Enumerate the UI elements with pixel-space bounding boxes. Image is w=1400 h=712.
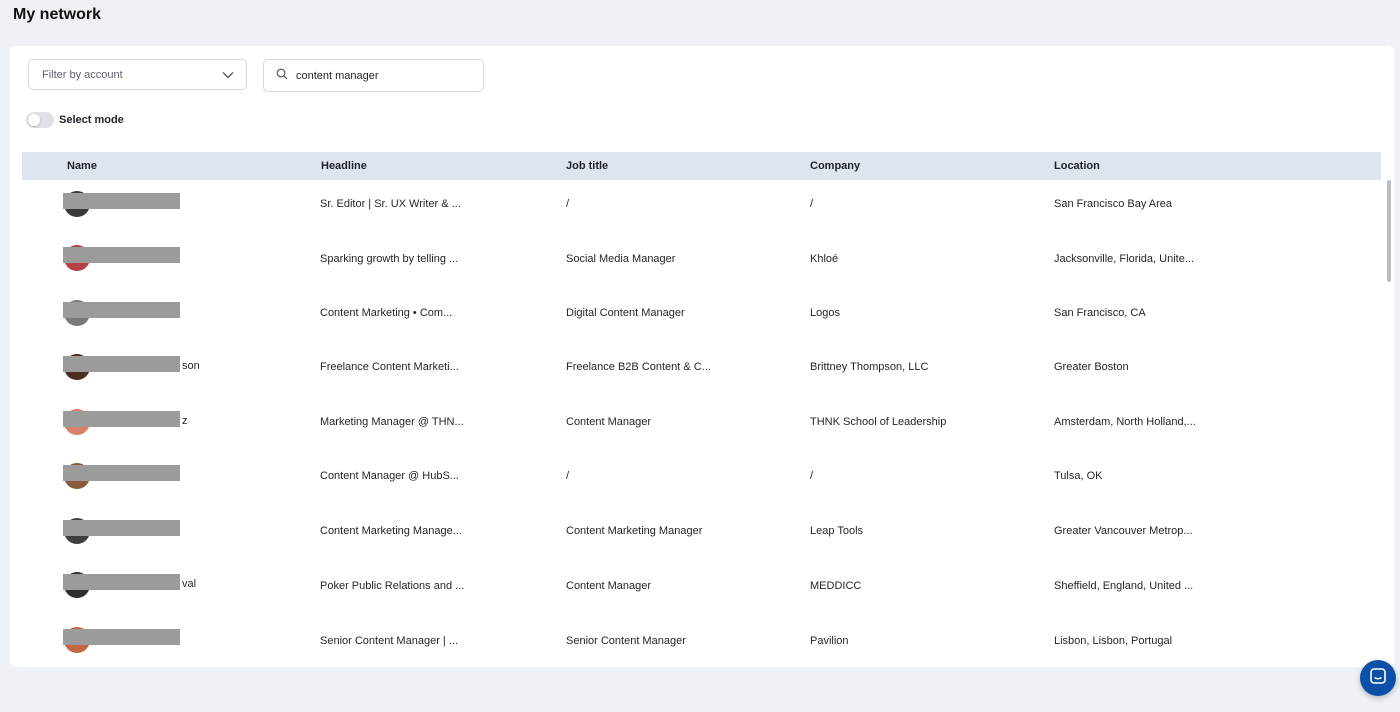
redacted-name bbox=[63, 247, 180, 263]
column-header-company[interactable]: Company bbox=[810, 160, 860, 172]
select-mode-toggle[interactable] bbox=[26, 112, 54, 128]
location-cell: Jacksonville, Florida, Unite... bbox=[1054, 253, 1194, 265]
company-cell: MEDDICC bbox=[810, 580, 862, 592]
column-header-name[interactable]: Name bbox=[67, 160, 97, 172]
table-scrollbar[interactable] bbox=[1387, 180, 1391, 282]
company-cell: / bbox=[810, 470, 814, 482]
toggle-knob bbox=[28, 114, 40, 126]
headline-cell: Poker Public Relations and ... bbox=[320, 580, 465, 592]
name-cell: son bbox=[182, 360, 200, 372]
company-cell: Pavilion bbox=[810, 635, 849, 647]
search-box[interactable] bbox=[263, 59, 484, 92]
headline-cell: Freelance Content Marketi... bbox=[320, 361, 459, 373]
company-cell: Khloé bbox=[810, 253, 839, 265]
table-row[interactable]: z Marketing Manager @ THN... Content Man… bbox=[22, 398, 1381, 452]
location-cell: Sheffield, England, United ... bbox=[1054, 580, 1194, 592]
company-cell: / bbox=[810, 198, 814, 210]
job-title-cell: Content Manager bbox=[566, 580, 651, 592]
location-cell: Tulsa, OK bbox=[1054, 470, 1103, 482]
redacted-name bbox=[63, 574, 180, 590]
table-row[interactable]: Content Marketing • Com... Digital Conte… bbox=[22, 289, 1381, 343]
location-cell: San Francisco Bay Area bbox=[1054, 198, 1173, 210]
filter-by-account-select[interactable]: Filter by account bbox=[28, 59, 247, 90]
network-card: Filter by account Select mode Name Headl… bbox=[10, 46, 1394, 667]
table-row[interactable]: val Poker Public Relations and ... Conte… bbox=[22, 561, 1381, 615]
chat-icon bbox=[1369, 667, 1387, 690]
location-cell: Greater Boston bbox=[1054, 361, 1129, 373]
redacted-name bbox=[63, 520, 180, 536]
job-title-cell: Freelance B2B Content & C... bbox=[566, 361, 711, 373]
headline-cell: Marketing Manager @ THN... bbox=[320, 416, 464, 428]
filter-by-account-label: Filter by account bbox=[42, 68, 123, 81]
name-cell: val bbox=[182, 578, 197, 590]
company-cell: THNK School of Leadership bbox=[810, 416, 947, 428]
table-header: Name Headline Job title Company Location bbox=[22, 152, 1381, 180]
column-header-location[interactable]: Location bbox=[1054, 160, 1100, 172]
table-body: Sr. Editor | Sr. UX Writer & ... / / San… bbox=[22, 180, 1381, 667]
job-title-cell: Social Media Manager bbox=[566, 253, 676, 265]
headline-cell: Content Manager @ HubS... bbox=[320, 470, 459, 482]
select-mode-row: Select mode bbox=[26, 112, 124, 128]
job-title-cell: Content Manager bbox=[566, 416, 651, 428]
table-row[interactable]: Sparking growth by telling ... Social Me… bbox=[22, 234, 1381, 288]
chevron-down-icon bbox=[222, 66, 234, 84]
table-row[interactable]: Content Marketing Manage... Content Mark… bbox=[22, 507, 1381, 561]
redacted-name bbox=[63, 465, 180, 481]
job-title-cell: Content Marketing Manager bbox=[566, 525, 703, 537]
name-cell: z bbox=[182, 415, 188, 427]
job-title-cell: / bbox=[566, 198, 570, 210]
headline-cell: Sr. Editor | Sr. UX Writer & ... bbox=[320, 198, 461, 210]
redacted-name bbox=[63, 193, 180, 209]
job-title-cell: / bbox=[566, 470, 570, 482]
company-cell: Leap Tools bbox=[810, 525, 864, 537]
location-cell: San Francisco, CA bbox=[1054, 307, 1146, 319]
page-title: My network bbox=[13, 6, 102, 23]
search-icon bbox=[276, 67, 288, 85]
job-title-cell: Digital Content Manager bbox=[566, 307, 685, 319]
table-row[interactable]: son Freelance Content Marketi... Freelan… bbox=[22, 343, 1381, 397]
table-row[interactable]: Content Manager @ HubS... / / Tulsa, OK bbox=[22, 452, 1381, 506]
headline-cell: Sparking growth by telling ... bbox=[320, 253, 459, 265]
table-row[interactable]: Sr. Editor | Sr. UX Writer & ... / / San… bbox=[22, 180, 1381, 234]
column-header-job-title[interactable]: Job title bbox=[566, 160, 608, 172]
redacted-name bbox=[63, 411, 180, 427]
redacted-name bbox=[63, 356, 180, 372]
search-input[interactable] bbox=[296, 69, 466, 82]
location-cell: Greater Vancouver Metrop... bbox=[1054, 525, 1193, 537]
headline-cell: Senior Content Manager | ... bbox=[320, 635, 458, 647]
location-cell: Amsterdam, North Holland,... bbox=[1054, 416, 1196, 428]
job-title-cell: Senior Content Manager bbox=[566, 635, 686, 647]
chat-launcher-button[interactable] bbox=[1360, 660, 1396, 696]
headline-cell: Content Marketing Manage... bbox=[320, 525, 462, 537]
select-mode-label: Select mode bbox=[59, 114, 124, 126]
location-cell: Lisbon, Lisbon, Portugal bbox=[1054, 635, 1173, 647]
company-cell: Logos bbox=[810, 307, 840, 319]
redacted-name bbox=[63, 302, 180, 318]
company-cell: Brittney Thompson, LLC bbox=[810, 361, 929, 373]
table-row[interactable]: Senior Content Manager | ... Senior Cont… bbox=[22, 616, 1381, 667]
headline-cell: Content Marketing • Com... bbox=[320, 307, 453, 319]
column-header-headline[interactable]: Headline bbox=[321, 160, 367, 172]
redacted-name bbox=[63, 629, 180, 645]
